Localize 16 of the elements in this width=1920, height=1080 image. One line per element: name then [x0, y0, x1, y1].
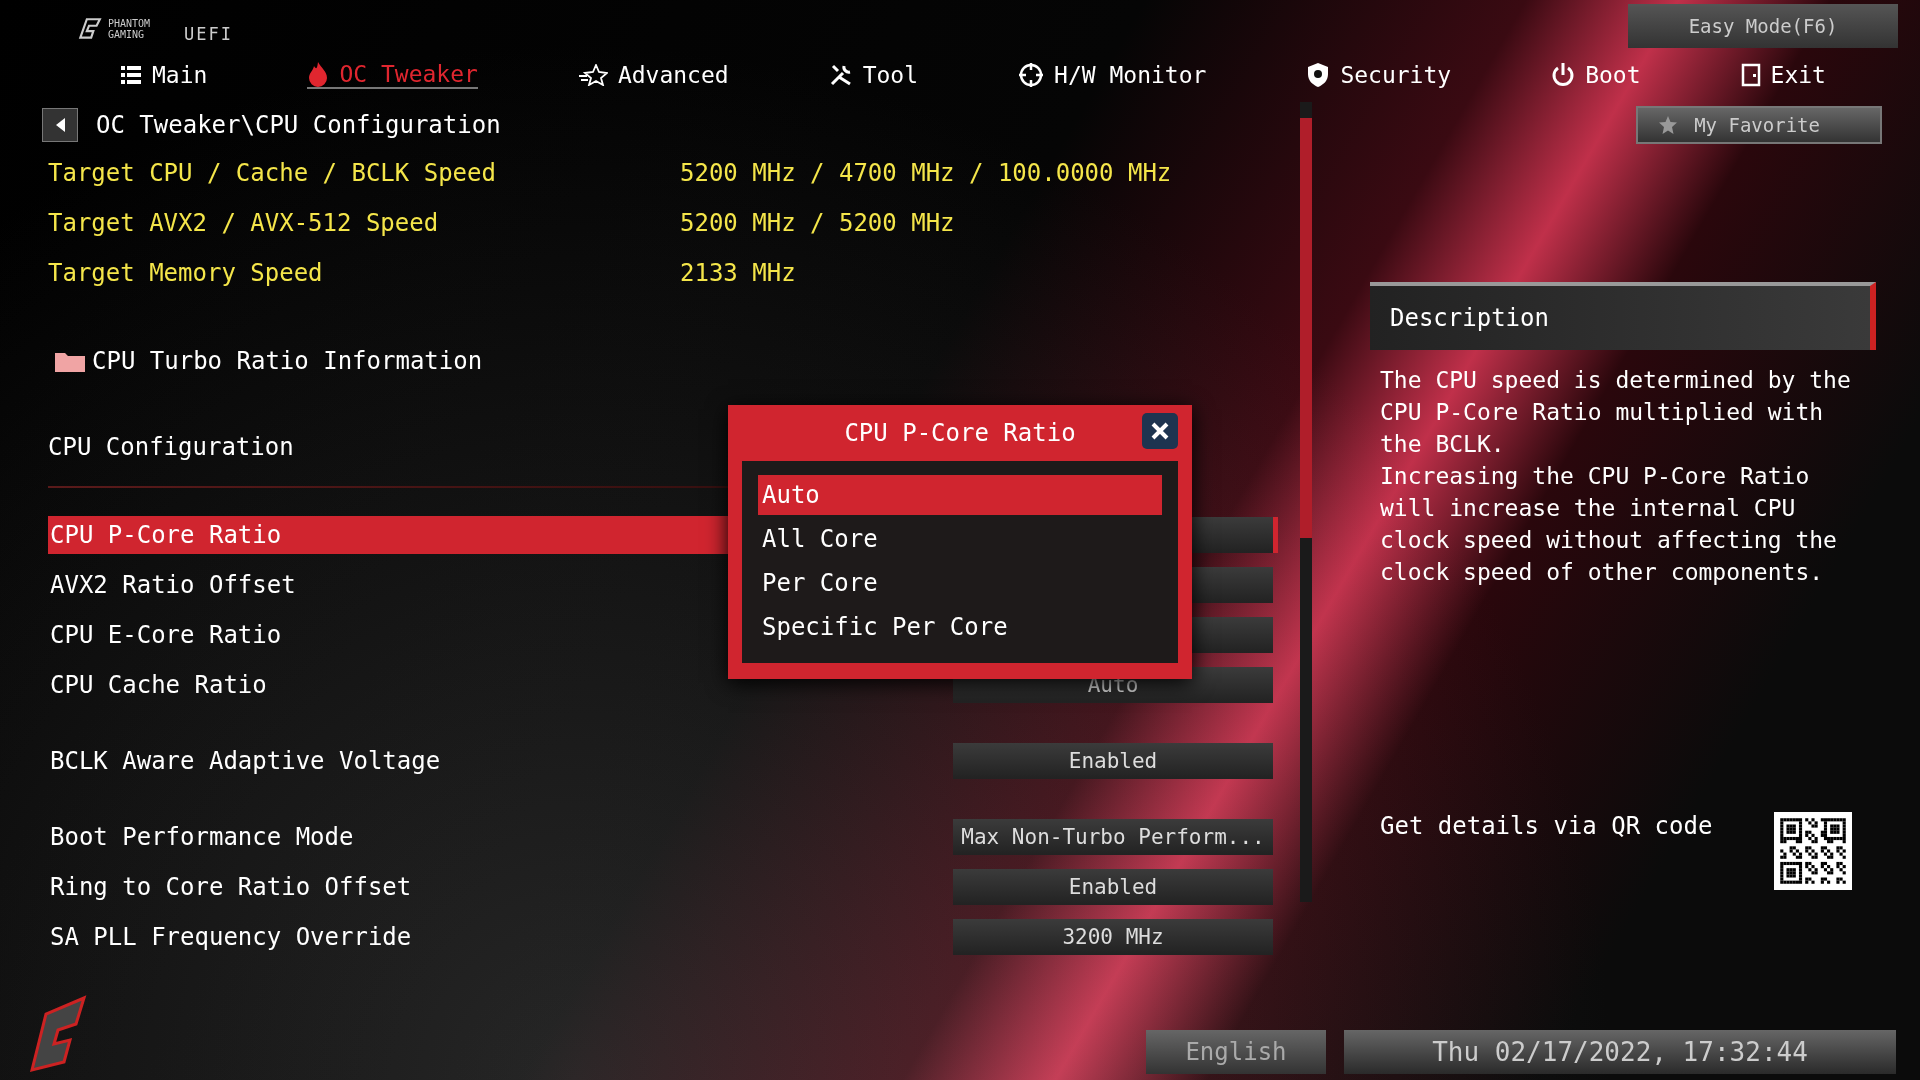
section-title: CPU Configuration: [48, 432, 294, 463]
info-value: 5200 MHz / 4700 MHz / 100.0000 MHz: [680, 159, 1172, 187]
date-time: Thu 02/17/2022, 17:32:44: [1344, 1030, 1896, 1074]
description-text: The CPU speed is determined by the CPU P-Core Ratio multiplied with the BCLK.: [1380, 366, 1852, 459]
description-header: Description: [1370, 282, 1876, 350]
brand-suffix: UEFI: [184, 23, 233, 44]
breadcrumb: OC Tweaker\CPU Configuration: [96, 111, 501, 139]
info-label: Target AVX2 / AVX-512 Speed: [48, 209, 440, 237]
info-value: 2133 MHz: [680, 259, 796, 287]
info-label: Target Memory Speed: [48, 259, 324, 287]
qr-caption: Get details via QR code: [1380, 812, 1713, 840]
brand-name: PHANTOM GAMING: [108, 18, 152, 40]
info-value: 5200 MHz / 5200 MHz: [680, 209, 955, 237]
dialog-title: CPU P-Core Ratio: [844, 419, 1076, 447]
description-text: Increasing the CPU P-Core Ratio will increase the internal CPU clock speed without affecting the clock speed of other components.: [1380, 462, 1838, 587]
info-label: Target CPU / Cache / BCLK Speed: [48, 159, 497, 187]
